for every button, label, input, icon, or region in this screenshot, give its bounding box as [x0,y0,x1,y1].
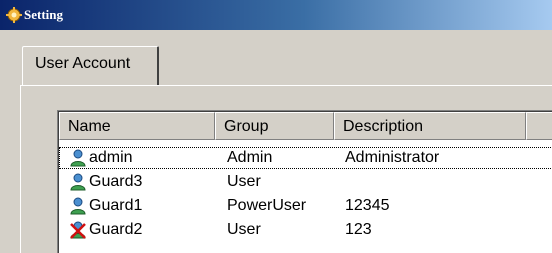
column-header-description-label: Description [343,118,424,135]
table-row[interactable]: Guard3 User [59,171,552,193]
user-name: admin [89,149,133,166]
window-title: Setting [24,7,63,22]
column-header-name[interactable]: Name [59,112,215,140]
tab-label: User Account [35,55,131,72]
column-header-name-label: Name [68,118,111,135]
user-group: PowerUser [227,197,307,214]
tab-panel-left-edge [20,85,21,253]
user-account-list[interactable]: Name Group Description admin Admin Admin… [57,110,552,253]
table-row[interactable]: Guard2 User 123 [59,219,552,241]
settings-gear-icon [6,7,22,23]
table-row[interactable]: Guard1 PowerUser 12345 [59,195,552,217]
user-icon [70,149,86,167]
user-disabled-icon [70,221,86,239]
column-header-description[interactable]: Description [334,112,526,140]
list-header: Name Group Description [59,112,552,140]
user-icon [70,173,86,191]
user-description: 12345 [345,197,390,214]
user-group: User [227,221,261,238]
tab-user-account[interactable]: User Account [22,46,159,86]
user-description: Administrator [345,149,440,166]
user-group: User [227,173,261,190]
title-bar[interactable]: Setting [0,0,552,30]
user-name: Guard1 [89,197,143,214]
user-group: Admin [227,149,273,166]
column-header-extra[interactable] [526,112,552,140]
user-name: Guard3 [89,173,143,190]
user-description: 123 [345,221,372,238]
column-header-group[interactable]: Group [215,112,334,140]
tab-panel-top-edge [20,85,552,86]
table-row[interactable]: admin Admin Administrator [59,147,552,169]
column-header-group-label: Group [224,118,269,135]
user-name: Guard2 [89,221,143,238]
user-icon [70,197,86,215]
